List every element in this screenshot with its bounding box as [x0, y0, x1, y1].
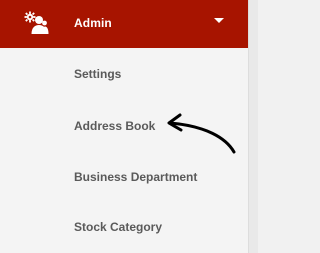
panel-edge	[248, 0, 258, 253]
menu-item-settings[interactable]: Settings	[74, 67, 121, 81]
chevron-down-icon[interactable]	[214, 18, 224, 23]
menu-item-business-department[interactable]: Business Department	[74, 170, 197, 184]
users-gear-icon	[24, 11, 49, 34]
hand-drawn-arrow-icon	[167, 113, 236, 154]
menu-item-stock-category[interactable]: Stock Category	[74, 220, 162, 234]
menu-item-address-book[interactable]: Address Book	[74, 119, 155, 133]
admin-menu-title: Admin	[74, 16, 112, 30]
admin-menu-panel: Admin Settings Address Book Business Dep…	[0, 0, 258, 253]
admin-menu-header[interactable]: Admin	[0, 0, 248, 48]
